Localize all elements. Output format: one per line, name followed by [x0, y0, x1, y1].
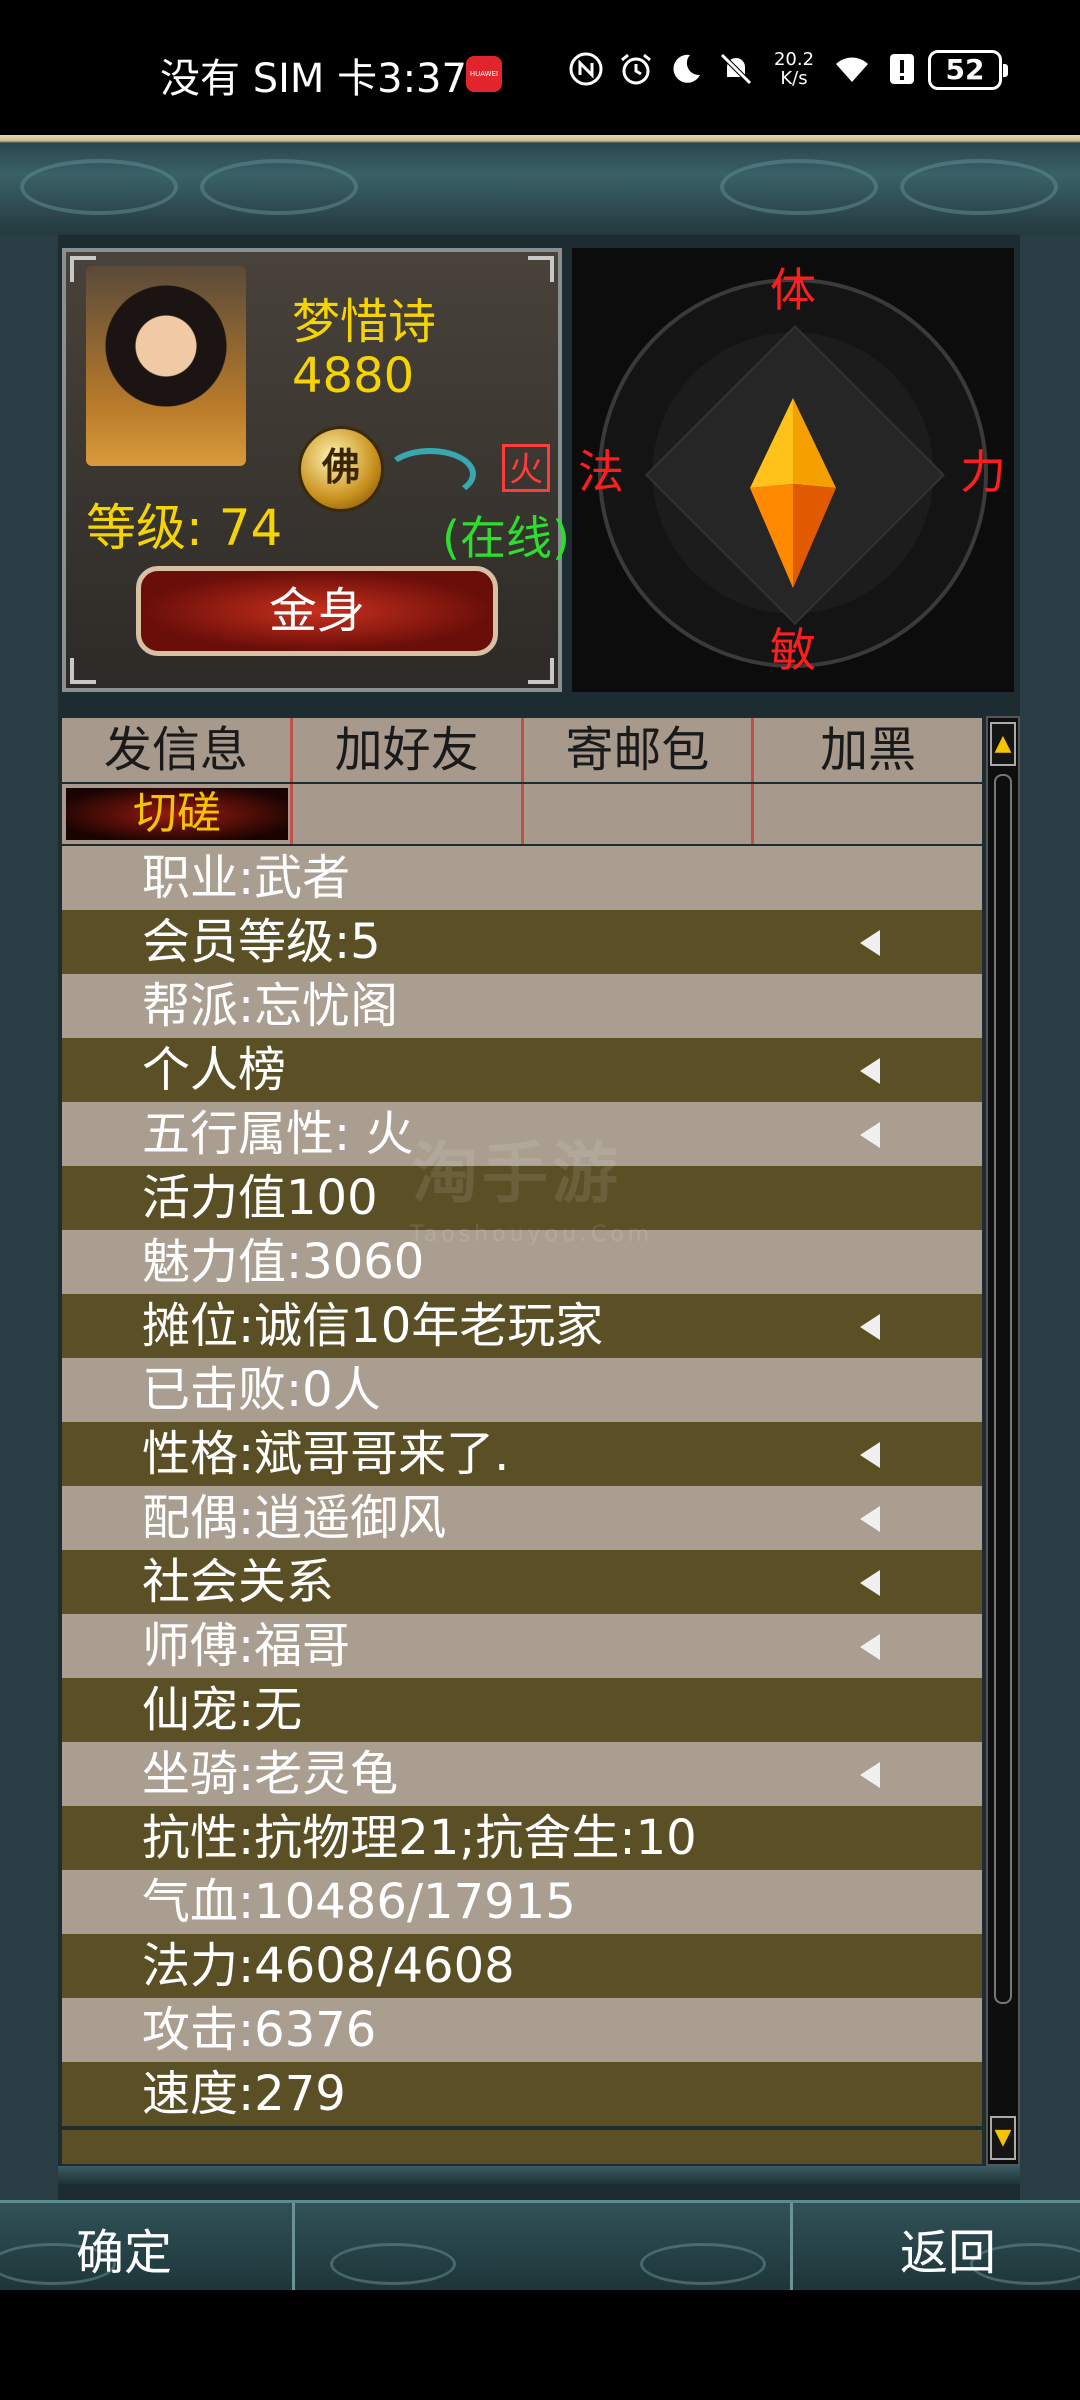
expand-arrow-icon[interactable] [860, 1314, 880, 1340]
list-item-label: 配偶:逍遥御风 [142, 1490, 447, 1546]
status-bar: 没有 SIM 卡3:37 HUAWEI 20.2 K/s 52 [0, 0, 1080, 135]
list-item-label: 性格:斌哥哥来了. [142, 1426, 510, 1482]
bottom-bar: 确定 返回 [0, 2200, 1080, 2293]
list-item-label: 法力:4608/4608 [142, 1938, 515, 1994]
list-item: 攻击:6376 [62, 1998, 982, 2062]
list-item-label: 师傅:福哥 [142, 1618, 351, 1674]
list-item: 速度:279 [62, 2062, 982, 2126]
scroll-down-icon[interactable]: ▼ [990, 2116, 1016, 2160]
list-item[interactable]: 摊位:诚信10年老玩家 [62, 1294, 982, 1358]
compass-label-right: 力 [960, 445, 1006, 499]
add-friend-button[interactable]: 加好友 [293, 718, 524, 782]
empty-cell [754, 784, 982, 844]
alarm-icon [621, 53, 651, 85]
watermark-url: Taoshouyou.Com [410, 1222, 654, 1247]
list-item-label: 五行属性: 火 [142, 1106, 414, 1162]
player-level: 等级: 74 [86, 499, 283, 557]
list-item-label: 社会关系 [142, 1554, 335, 1610]
alert-icon [890, 54, 914, 84]
list-tail [62, 2130, 982, 2164]
net-speed: 20.2 K/s [773, 49, 815, 89]
compass-label-left: 法 [578, 445, 624, 499]
list-item-label: 气血:10486/17915 [142, 1874, 576, 1930]
swirl-ornament-icon [384, 448, 476, 500]
list-item-label: 仙宠:无 [142, 1682, 303, 1738]
list-item-label: 已击败:0人 [142, 1362, 381, 1418]
panel-bottom-edge [58, 2166, 1020, 2184]
list-item[interactable]: 师傅:福哥 [62, 1614, 982, 1678]
list-item: 法力:4608/4608 [62, 1934, 982, 1998]
back-button[interactable]: 返回 [900, 2213, 996, 2283]
mute-icon [720, 53, 752, 85]
wifi-icon [836, 57, 868, 82]
expand-arrow-icon[interactable] [860, 1762, 880, 1788]
list-item: 职业:武者 [62, 846, 982, 910]
attribute-compass: 体 法 力 敏 [572, 248, 1014, 692]
list-item-label: 摊位:诚信10年老玩家 [142, 1298, 604, 1354]
scroll-track[interactable] [994, 774, 1012, 2004]
list-item-label: 抗性:抗物理21;抗舍生:10 [142, 1810, 697, 1866]
status-icons: 20.2 K/s [568, 50, 920, 88]
expand-arrow-icon[interactable] [860, 1058, 880, 1084]
moon-icon [673, 54, 700, 83]
watermark: 淘手游 [412, 1135, 622, 1212]
golden-body-button[interactable]: 金身 [136, 566, 498, 656]
spar-cell: 切磋 [62, 784, 293, 844]
list-item: 已击败:0人 [62, 1358, 982, 1422]
action-row-2: 切磋 [62, 784, 982, 844]
list-item-label: 会员等级:5 [142, 914, 381, 970]
list-item[interactable]: 性格:斌哥哥来了. [62, 1422, 982, 1486]
list-item: 帮派:忘忧阁 [62, 974, 982, 1038]
expand-arrow-icon[interactable] [860, 930, 880, 956]
online-status: (在线) [442, 511, 570, 565]
action-row: 发信息 加好友 寄邮包 加黑 [62, 718, 982, 782]
spar-button[interactable]: 切磋 [66, 788, 288, 840]
list-item-label: 帮派:忘忧阁 [142, 978, 399, 1034]
profile-card: 梦惜诗 4880 佛 火 等级: 74 (在线) 金身 [62, 248, 570, 692]
avatar [86, 266, 246, 466]
system-nav-area [0, 2290, 1080, 2400]
carrier-time: 没有 SIM 卡3:37 [160, 56, 467, 102]
battery-indicator: 52 [928, 50, 1008, 90]
list-item[interactable]: 配偶:逍遥御风 [62, 1486, 982, 1550]
compass-label-top: 体 [770, 263, 816, 317]
player-name: 梦惜诗 [292, 294, 437, 350]
expand-arrow-icon[interactable] [860, 1570, 880, 1596]
scroll-up-icon[interactable]: ▲ [990, 722, 1016, 766]
list-item: 抗性:抗物理21;抗舍生:10 [62, 1806, 982, 1870]
list-item-label: 职业:武者 [142, 850, 351, 906]
list-item-label: 个人榜 [142, 1042, 287, 1098]
expand-arrow-icon[interactable] [860, 1122, 880, 1148]
player-score: 4880 [292, 348, 415, 404]
huawei-app-icon: HUAWEI [466, 56, 502, 92]
top-ornament [0, 135, 1080, 235]
list-item-label: 坐骑:老灵龟 [142, 1746, 399, 1802]
list-item-label: 攻击:6376 [142, 2002, 377, 2058]
empty-cell [524, 784, 755, 844]
list-item[interactable]: 社会关系 [62, 1550, 982, 1614]
scrollbar[interactable]: ▲ ▼ [986, 716, 1020, 2166]
list-item-label: 活力值100 [142, 1170, 378, 1226]
nfc-icon [569, 52, 603, 86]
list-item-label: 速度:279 [142, 2066, 346, 2122]
blacklist-button[interactable]: 加黑 [754, 718, 982, 782]
expand-arrow-icon[interactable] [860, 1506, 880, 1532]
confirm-button[interactable]: 确定 [76, 2213, 172, 2283]
fire-element-icon: 火 [502, 444, 550, 492]
compass-label-bottom: 敏 [770, 623, 816, 677]
list-item[interactable]: 会员等级:5 [62, 910, 982, 974]
info-list: 职业:武者会员等级:5 帮派:忘忧阁 个人榜五行属性: 火活力值100 魅力值:306… [62, 846, 982, 2126]
buddha-badge-icon[interactable]: 佛 [298, 426, 384, 512]
expand-arrow-icon[interactable] [860, 1442, 880, 1468]
empty-cell [293, 784, 524, 844]
send-message-button[interactable]: 发信息 [62, 718, 293, 782]
list-item[interactable]: 个人榜 [62, 1038, 982, 1102]
list-item[interactable]: 坐骑:老灵龟 [62, 1742, 982, 1806]
list-item: 气血:10486/17915 [62, 1870, 982, 1934]
expand-arrow-icon[interactable] [860, 1634, 880, 1660]
mail-package-button[interactable]: 寄邮包 [524, 718, 755, 782]
list-item-label: 魅力值:3060 [142, 1234, 425, 1290]
list-item: 仙宠:无 [62, 1678, 982, 1742]
